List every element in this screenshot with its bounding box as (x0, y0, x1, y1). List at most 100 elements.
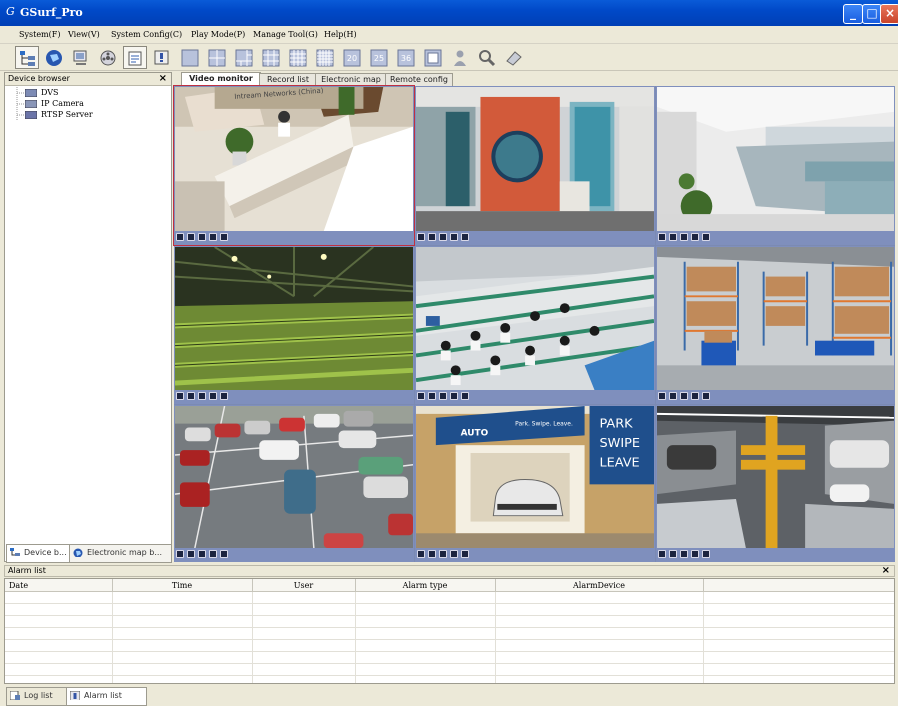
ptz-icon[interactable] (220, 392, 228, 400)
tab-electronic-map[interactable]: Electronic map (315, 73, 387, 87)
video-cell-3[interactable] (656, 86, 895, 245)
globe-button[interactable] (42, 46, 66, 69)
snapshot-icon[interactable] (680, 233, 688, 241)
device-browser-close-button[interactable]: × (159, 73, 167, 84)
audio-icon[interactable] (450, 392, 458, 400)
snapshot-icon[interactable] (198, 233, 206, 241)
config-button[interactable] (123, 46, 147, 69)
snapshot-icon[interactable] (198, 550, 206, 558)
ptz-icon[interactable] (461, 550, 469, 558)
layout-6-button[interactable] (232, 46, 256, 69)
layout-1-button[interactable] (178, 46, 202, 69)
layout-4-button[interactable] (205, 46, 229, 69)
stop-icon[interactable] (176, 392, 184, 400)
stop-icon[interactable] (417, 550, 425, 558)
alarm-panel-button[interactable] (150, 46, 174, 69)
layout-9-button[interactable] (259, 46, 283, 69)
video-cell-7[interactable] (174, 405, 414, 562)
close-button[interactable]: × (880, 4, 898, 24)
video-cell-6[interactable] (656, 246, 895, 404)
stop-icon[interactable] (658, 550, 666, 558)
tab-record-list[interactable]: Record list (259, 73, 317, 87)
stop-icon[interactable] (176, 550, 184, 558)
eraser-button[interactable] (502, 46, 526, 69)
table-row[interactable] (5, 627, 894, 640)
record-icon[interactable] (187, 392, 195, 400)
menu-manage-tool[interactable]: Manage Tool(G) (253, 30, 318, 39)
snapshot-icon[interactable] (439, 233, 447, 241)
menu-help[interactable]: Help(H) (324, 30, 357, 39)
column-header-user[interactable]: User (252, 579, 356, 592)
table-row[interactable] (5, 651, 894, 664)
tree-item-ip-camera[interactable]: IP Camera (25, 99, 84, 108)
stop-icon[interactable] (658, 233, 666, 241)
ptz-icon[interactable] (220, 233, 228, 241)
video-cell-4[interactable] (174, 246, 414, 404)
menu-view[interactable]: View(V) (68, 30, 100, 39)
table-row[interactable] (5, 591, 894, 604)
tab-remote-config[interactable]: Remote config (385, 73, 453, 87)
table-row[interactable] (5, 615, 894, 628)
search-button[interactable] (475, 46, 499, 69)
stop-icon[interactable] (417, 392, 425, 400)
layout-36-button[interactable]: 36 (394, 46, 418, 69)
column-header-time[interactable]: Time (112, 579, 253, 592)
video-cell-1[interactable]: Intream Networks (China) (173, 85, 415, 246)
film-reel-button[interactable] (96, 46, 120, 69)
audio-icon[interactable] (691, 550, 699, 558)
column-header-date[interactable]: Date (5, 579, 113, 592)
table-row[interactable] (5, 663, 894, 676)
stop-icon[interactable] (417, 233, 425, 241)
audio-icon[interactable] (450, 550, 458, 558)
table-row[interactable] (5, 603, 894, 616)
video-cell-2[interactable] (415, 86, 655, 245)
layout-tile-button[interactable] (313, 46, 337, 69)
audio-icon[interactable] (691, 233, 699, 241)
audio-icon[interactable] (691, 392, 699, 400)
maximize-button[interactable]: □ (862, 4, 882, 24)
layout-20-button[interactable]: 20 (340, 46, 364, 69)
audio-icon[interactable] (209, 550, 217, 558)
record-icon[interactable] (669, 550, 677, 558)
table-row[interactable] (5, 639, 894, 652)
menu-system[interactable]: System(F) (19, 30, 60, 39)
menu-system-config[interactable]: System Config(C) (111, 30, 182, 39)
snapshot-icon[interactable] (680, 550, 688, 558)
menu-play-mode[interactable]: Play Mode(P) (191, 30, 245, 39)
record-icon[interactable] (187, 233, 195, 241)
tree-item-dvs[interactable]: DVS (25, 88, 59, 97)
layout-25-button[interactable]: 25 (367, 46, 391, 69)
ptz-icon[interactable] (461, 233, 469, 241)
video-cell-5[interactable] (415, 246, 655, 404)
ptz-icon[interactable] (220, 550, 228, 558)
column-header-alarm-type[interactable]: Alarm type (355, 579, 496, 592)
alarm-list-close-button[interactable]: × (882, 565, 890, 576)
ptz-icon[interactable] (461, 392, 469, 400)
ptz-icon[interactable] (702, 392, 710, 400)
person-button[interactable] (448, 46, 472, 69)
snapshot-icon[interactable] (680, 392, 688, 400)
record-icon[interactable] (428, 233, 436, 241)
snapshot-icon[interactable] (439, 550, 447, 558)
tab-electronic-map-browser[interactable]: Electronic map b... (69, 544, 172, 563)
audio-icon[interactable] (209, 233, 217, 241)
record-icon[interactable] (669, 392, 677, 400)
stop-icon[interactable] (176, 233, 184, 241)
fullscreen-button[interactable] (421, 46, 445, 69)
video-cell-9[interactable] (656, 405, 895, 562)
record-icon[interactable] (187, 550, 195, 558)
ptz-icon[interactable] (702, 233, 710, 241)
ptz-icon[interactable] (702, 550, 710, 558)
video-cell-8[interactable]: AUTO Park. Swipe. Leave. PARK SWIPE LEAV… (415, 405, 655, 562)
tab-alarm-list[interactable]: Alarm list (66, 687, 147, 706)
audio-icon[interactable] (209, 392, 217, 400)
layout-16-button[interactable] (286, 46, 310, 69)
minimize-button[interactable]: _ (843, 4, 863, 24)
column-header-alarm-device[interactable]: AlarmDevice (495, 579, 704, 592)
device-tree-button[interactable] (15, 46, 39, 69)
stop-icon[interactable] (658, 392, 666, 400)
table-row[interactable] (5, 675, 894, 683)
tree-item-rtsp-server[interactable]: RTSP Server (25, 110, 93, 119)
record-icon[interactable] (669, 233, 677, 241)
tab-video-monitor[interactable]: Video monitor (181, 72, 261, 87)
